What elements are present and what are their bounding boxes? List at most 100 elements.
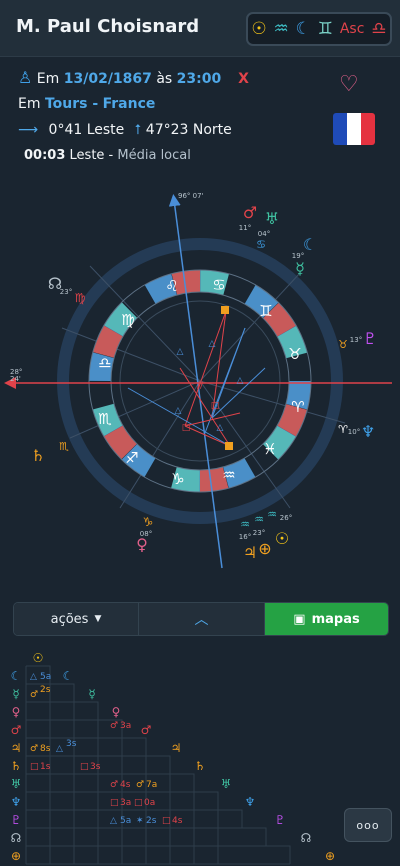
- svg-text:△: △: [177, 347, 184, 357]
- aries-glyph-icon: ♈: [291, 398, 304, 416]
- sun-glyph-icon: ☉: [251, 19, 267, 39]
- grid-mercury-icon: ☿: [12, 687, 19, 701]
- aspect-cell[interactable]: 3s: [90, 762, 101, 772]
- close-icon[interactable]: X: [238, 71, 249, 87]
- chart-title: M. Paul Choisnard: [16, 16, 200, 37]
- scorpio-small-icon: ♏: [59, 440, 69, 453]
- svg-text:□: □: [182, 423, 191, 433]
- arrow-up-icon: ⭡: [134, 122, 142, 138]
- longitude: 0°41 Leste: [48, 122, 125, 138]
- taurus-glyph-icon: ♉: [288, 345, 301, 363]
- degree-label: 26°: [280, 514, 292, 522]
- svg-text:♃: ♃: [171, 741, 182, 755]
- grid-saturn-icon: ♄: [11, 759, 22, 773]
- aspect-cell[interactable]: 5a: [40, 672, 51, 682]
- aspect-cell[interactable]: 1s: [40, 762, 51, 772]
- svg-text:△: △: [30, 672, 37, 682]
- offset-direction: Leste -: [69, 148, 114, 163]
- maps-button[interactable]: ▣ mapas: [265, 603, 388, 635]
- grid-neptune-icon: ♆: [11, 795, 22, 809]
- aquarius-small-icon-3: ♒: [267, 508, 277, 521]
- saturn-planet-icon: ♄: [31, 446, 45, 465]
- maps-icon: ▣: [293, 611, 306, 627]
- collapse-up-button[interactable]: ︿: [139, 603, 265, 635]
- asc-label: Asc: [339, 21, 365, 37]
- svg-text:♄: ♄: [195, 759, 206, 773]
- svg-text:♂: ♂: [141, 723, 152, 737]
- svg-text:△: △: [237, 376, 244, 386]
- aspect-grid: ☉ ☾ ☾ ☿ ☿ ♀ ♀ ♂ ♂ ♃ ♃ ♄ ♄ ♅ ♅ ♆ ♆ ♇ ♇ ☊ …: [11, 651, 335, 865]
- birth-time[interactable]: 23:00: [177, 71, 222, 87]
- svg-text:♆: ♆: [245, 795, 256, 809]
- signature-summary[interactable]: ☉ ♒ ☾ ♊ Asc ♎: [246, 12, 392, 46]
- svg-text:□: □: [30, 762, 39, 772]
- grid-mars-icon: ♂: [11, 723, 22, 737]
- arrow-right-icon: ⟶: [18, 122, 39, 138]
- uranus-planet-icon: ♅: [265, 209, 279, 228]
- aspect-cell[interactable]: 0a: [144, 798, 155, 808]
- svg-text:□: □: [134, 798, 143, 808]
- degree-label: 23°: [60, 288, 72, 296]
- latitude: 47°23 Norte: [145, 122, 232, 138]
- degree-label: 08°: [140, 530, 152, 538]
- aspect-cell[interactable]: 2s: [146, 816, 157, 826]
- aspect-cell[interactable]: 7a: [146, 780, 157, 790]
- svg-text:△: △: [175, 406, 182, 416]
- svg-text:☾: ☾: [63, 669, 74, 683]
- neptune-planet-icon: ♆: [361, 422, 375, 441]
- favorite-heart-icon[interactable]: ♡: [339, 72, 359, 97]
- degree-label: 04°: [258, 230, 270, 238]
- aspect-cell[interactable]: 8s: [40, 744, 51, 754]
- aspect-cell[interactable]: 4s: [120, 780, 131, 790]
- em-label: Em: [36, 71, 60, 87]
- chart-toolbar: ações ▼ ︿ ▣ mapas: [13, 602, 389, 636]
- svg-text:☿: ☿: [88, 687, 95, 701]
- birth-country[interactable]: France: [103, 96, 156, 112]
- aquarius-small-icon-2: ♒: [254, 513, 264, 526]
- aspect-cell[interactable]: 3a: [120, 721, 131, 731]
- maps-label: mapas: [311, 611, 360, 627]
- time-offset: 00:03: [24, 148, 66, 163]
- person-icon: ♙: [18, 68, 33, 87]
- offset-description: Média local: [117, 148, 191, 163]
- degree-label: 13°: [350, 336, 362, 344]
- actions-label: ações: [50, 611, 89, 627]
- aspect-cell[interactable]: 5a: [120, 816, 131, 826]
- capricorn-small-icon: ♑: [143, 515, 154, 529]
- birth-date[interactable]: 13/02/1867: [64, 71, 152, 87]
- scorpio-glyph-icon: ♏: [98, 410, 112, 428]
- svg-text:♇: ♇: [275, 813, 286, 827]
- grid-sun-icon: ☉: [33, 651, 44, 665]
- mc-label: 96° 07': [178, 192, 204, 200]
- chevron-up-icon: ︿: [194, 612, 209, 628]
- astro-chart-wheel[interactable]: ♌ ♋ ♊ ♉ ♈ ♓ ♒ ♑ ♐ ♏ ♎ ♍ 96° 07' 28° 24' …: [0, 178, 400, 588]
- degree-label: 19°: [292, 252, 304, 260]
- svg-text:□: □: [211, 401, 220, 411]
- cancer-glyph-icon: ♋: [212, 276, 225, 294]
- grid-node-icon: ☊: [11, 831, 22, 845]
- aquarius-sign-icon: ♒: [222, 466, 235, 484]
- more-options-button[interactable]: ooo: [344, 808, 392, 842]
- sun-planet-icon: ☉: [275, 529, 289, 548]
- birth-city[interactable]: Tours -: [45, 96, 98, 112]
- svg-text://: //: [197, 381, 204, 391]
- degree-label: 23°: [253, 529, 265, 537]
- libra-glyph-icon: ♎: [371, 19, 387, 39]
- aspect-cell[interactable]: 3s: [66, 739, 77, 749]
- svg-text:♂: ♂: [30, 744, 38, 754]
- cancer-small-icon: ♋: [256, 238, 266, 251]
- aspect-cell[interactable]: 2s: [40, 685, 51, 695]
- svg-text:△: △: [217, 423, 224, 433]
- svg-text:♂: ♂: [110, 780, 118, 790]
- actions-dropdown[interactable]: ações ▼: [14, 603, 139, 635]
- moon-glyph-icon: ☾: [295, 19, 311, 39]
- virgo-small-icon: ♍: [75, 291, 86, 305]
- svg-text:△: △: [209, 339, 216, 349]
- svg-text:♀: ♀: [112, 705, 121, 719]
- svg-text:⊕: ⊕: [325, 849, 335, 863]
- aspect-cell[interactable]: 3a: [120, 798, 131, 808]
- aspect-cell[interactable]: 4s: [172, 816, 183, 826]
- gemini-sign-icon: ♊: [259, 302, 272, 320]
- grid-jupiter-icon: ♃: [11, 741, 22, 755]
- grid-moon-icon: ☾: [11, 669, 22, 683]
